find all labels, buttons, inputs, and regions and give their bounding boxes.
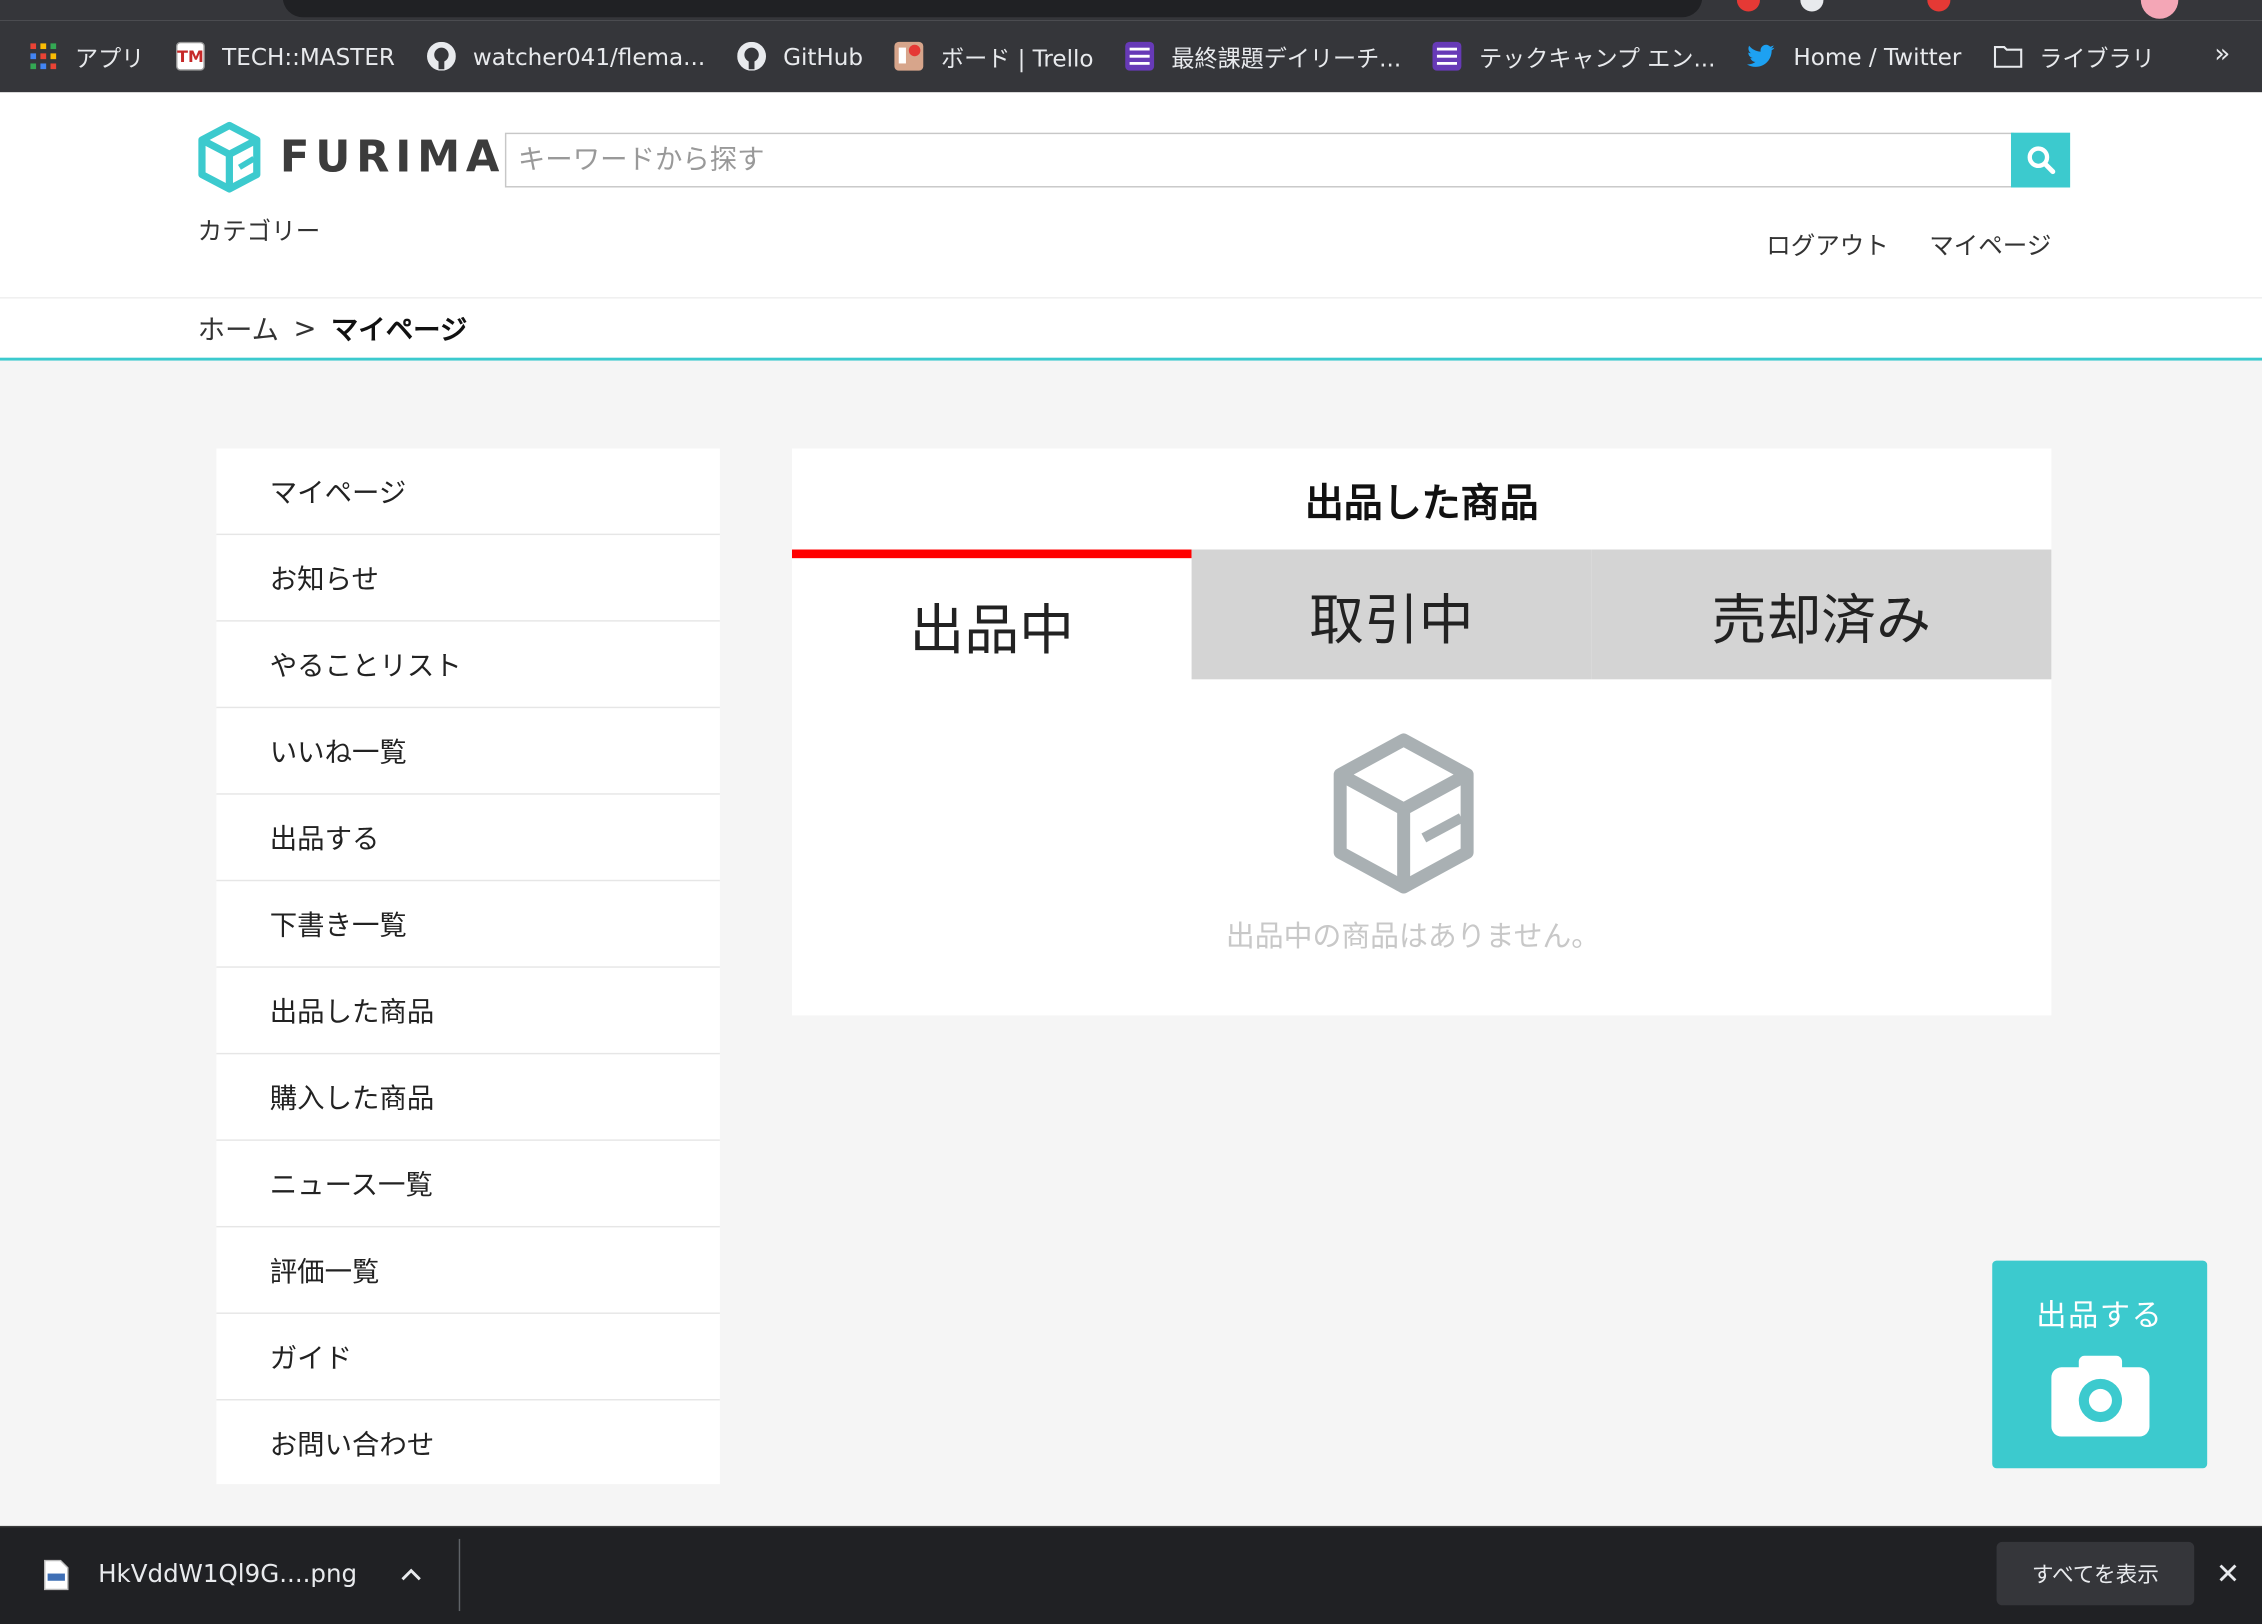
mypage-link[interactable]: マイページ — [1929, 225, 2051, 261]
empty-state: 出品中の商品はありません。 — [792, 731, 2051, 955]
github-icon — [426, 41, 456, 71]
bookmark-twitter[interactable]: Home / Twitter — [1747, 42, 1961, 71]
extension-icon[interactable] — [1927, 0, 1951, 12]
bookmark-techcamp[interactable]: テックキャンプ エン... — [1432, 39, 1716, 74]
bookmark-label: テックキャンプ エン... — [1479, 44, 1716, 73]
png-file-icon — [43, 1559, 69, 1591]
camera-icon — [2050, 1355, 2149, 1437]
trello-icon — [894, 41, 924, 71]
mypage-sidebar: マイページ お知らせ やることリスト いいね一覧 出品する 下書き一覧 出品した… — [216, 448, 720, 1485]
show-all-downloads-button[interactable]: すべてを表示 — [1996, 1541, 2195, 1606]
sidebar-item-drafts[interactable]: 下書き一覧 — [216, 881, 720, 968]
bookmark-label: Home / Twitter — [1793, 42, 1962, 70]
twitter-icon — [1747, 42, 1776, 71]
sidebar-item-todo[interactable]: やることリスト — [216, 622, 720, 709]
sidebar-item-reviews[interactable]: 評価一覧 — [216, 1227, 720, 1314]
bookmark-library[interactable]: ライブラリ — [1993, 39, 2155, 74]
profile-avatar[interactable] — [2140, 0, 2179, 19]
sidebar-item-mypage[interactable]: マイページ — [216, 449, 720, 536]
bookmark-label: GitHub — [783, 42, 864, 70]
close-icon[interactable]: ✕ — [2216, 1556, 2240, 1591]
list-icon — [1125, 41, 1155, 71]
bookmark-github-repo[interactable]: watcher041/flema... — [426, 41, 706, 71]
bookmark-label: アプリ — [75, 44, 145, 73]
category-link[interactable]: カテゴリー — [198, 211, 321, 247]
bookmark-label: TECH::MASTER — [222, 42, 395, 70]
tab-on-sale[interactable]: 出品中 — [791, 549, 1192, 680]
search-icon — [2026, 146, 2055, 175]
logout-link[interactable]: ログアウト — [1766, 225, 1889, 261]
address-bar[interactable] — [282, 0, 1703, 18]
logo[interactable]: FURIMA — [196, 121, 505, 193]
item-status-tabs: 出品中 取引中 売却済み — [791, 549, 2052, 680]
sidebar-item-contact[interactable]: お問い合わせ — [216, 1400, 719, 1484]
download-filename: HkVddW1Ql9G....png — [98, 1560, 358, 1590]
extension-icon[interactable] — [1800, 0, 1824, 12]
sidebar-item-notifications[interactable]: お知らせ — [216, 535, 720, 622]
cube-logo-icon — [198, 121, 261, 193]
breadcrumb-home[interactable]: ホーム — [198, 309, 279, 348]
header-nav: ログアウト マイページ — [1766, 225, 2051, 261]
tm-icon: TM — [176, 41, 205, 71]
sidebar-item-sell[interactable]: 出品する — [216, 795, 720, 882]
breadcrumb: ホーム > マイページ — [0, 297, 2262, 361]
bookmark-github[interactable]: GitHub — [736, 41, 864, 71]
download-item[interactable]: HkVddW1Ql9G....png — [43, 1559, 357, 1591]
chevron-up-icon[interactable] — [401, 1559, 421, 1589]
breadcrumb-current: マイページ — [330, 314, 468, 347]
search-button[interactable] — [2010, 132, 2071, 188]
bookmark-techmaster[interactable]: TM TECH::MASTER — [176, 41, 395, 71]
bookmarks-bar: アプリ TM TECH::MASTER watcher041/flema... … — [0, 20, 2262, 93]
tab-in-transaction[interactable]: 取引中 — [1191, 549, 1592, 680]
sidebar-item-news[interactable]: ニュース一覧 — [216, 1141, 720, 1228]
bookmark-label: ボード | Trello — [940, 44, 1094, 73]
sidebar-item-purchased[interactable]: 購入した商品 — [216, 1054, 720, 1141]
bookmark-trello[interactable]: ボード | Trello — [894, 39, 1094, 74]
bookmark-label: ライブラリ — [2039, 44, 2155, 73]
empty-message: 出品中の商品はありません。 — [1225, 918, 1601, 954]
github-icon — [736, 41, 766, 71]
breadcrumb-separator: > — [293, 312, 317, 344]
sell-floating-button[interactable]: 出品する — [1992, 1260, 2208, 1469]
sidebar-item-listed[interactable]: 出品した商品 — [216, 968, 720, 1055]
folder-icon — [1993, 42, 2022, 71]
download-bar: HkVddW1Ql9G....png すべてを表示 ✕ — [0, 1525, 2262, 1624]
apps-grid-icon — [29, 42, 58, 71]
bookmark-label: watcher041/flema... — [472, 42, 706, 70]
more-bookmarks-icon[interactable]: » — [2214, 39, 2230, 69]
browser-toolbar — [0, 0, 2262, 21]
panel-title: 出品した商品 — [1304, 481, 1539, 526]
logo-text: FURIMA — [279, 131, 506, 183]
search-input[interactable] — [504, 132, 2014, 188]
extension-icon[interactable] — [1736, 0, 1760, 12]
bookmark-daily-check[interactable]: 最終課題デイリーチ... — [1125, 39, 1401, 74]
empty-box-icon — [1333, 733, 1474, 894]
list-icon — [1432, 41, 1462, 71]
tab-sold[interactable]: 売却済み — [1591, 549, 2052, 680]
divider — [458, 1538, 461, 1612]
site-header: FURIMA カテゴリー ログアウト マイページ — [0, 92, 2262, 298]
listed-items-panel: 出品した商品 出品中 取引中 売却済み 出品中の商品はありません。 — [791, 448, 2052, 1016]
page: アプリ TM TECH::MASTER watcher041/flema... … — [0, 0, 2262, 1624]
sidebar-item-likes[interactable]: いいね一覧 — [216, 708, 720, 795]
sidebar-item-guide[interactable]: ガイド — [216, 1314, 720, 1401]
bookmark-apps[interactable]: アプリ — [29, 39, 144, 74]
bookmark-label: 最終課題デイリーチ... — [1171, 44, 1402, 73]
sell-button-label: 出品する — [2036, 1298, 2164, 1333]
